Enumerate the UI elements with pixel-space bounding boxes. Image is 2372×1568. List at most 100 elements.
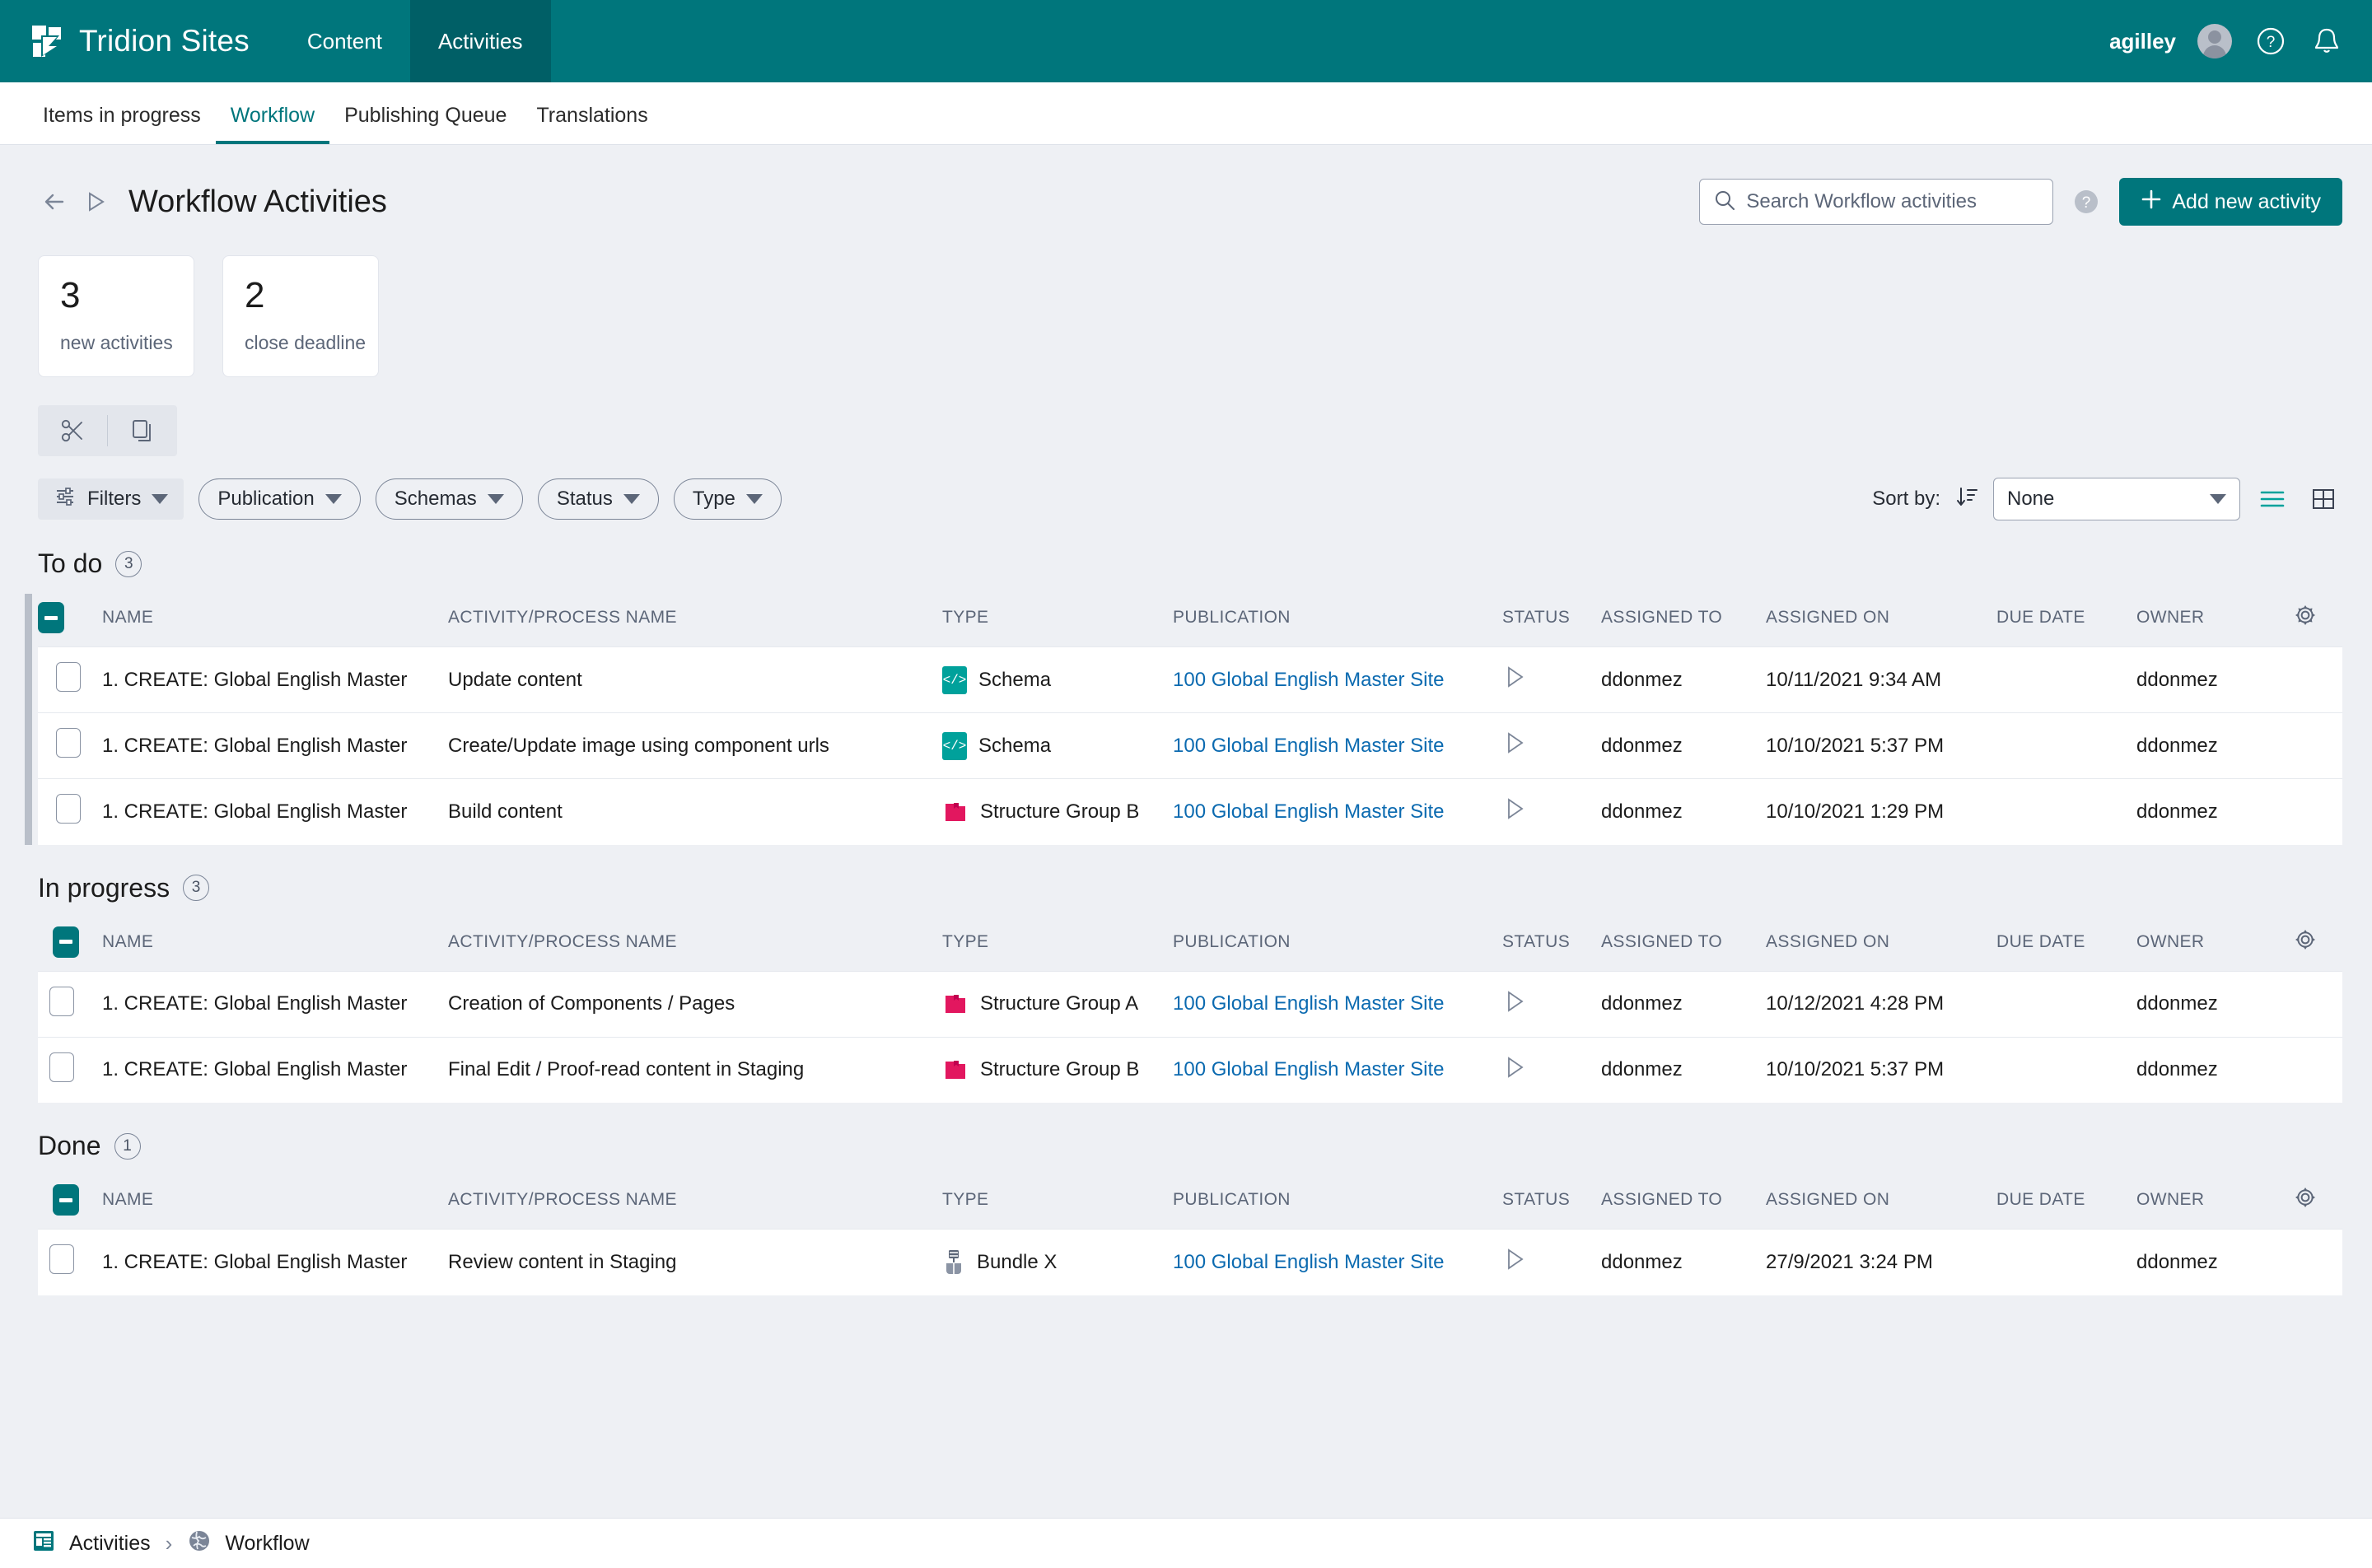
gear-icon[interactable] (2293, 937, 2318, 956)
header-publication[interactable]: PUBLICATION (1173, 594, 1502, 647)
table-row[interactable]: 1. CREATE: Global English Master Review … (38, 1230, 2342, 1295)
table-row[interactable]: 1. CREATE: Global English Master Final E… (38, 1037, 2342, 1103)
table-row[interactable]: 1. CREATE: Global English Master Update … (38, 647, 2342, 713)
header-activity-process-name[interactable]: ACTIVITY/PROCESS NAME (448, 594, 942, 647)
row-checkbox[interactable] (56, 794, 81, 824)
cell-assigned-to: ddonmez (1601, 1230, 1766, 1295)
stat-card-new-activities[interactable]: 3 new activities (38, 255, 194, 377)
gear-icon[interactable] (2293, 613, 2318, 632)
header-due-date[interactable]: DUE DATE (1996, 594, 2136, 647)
header-due-date[interactable]: DUE DATE (1996, 1176, 2136, 1230)
header-due-date[interactable]: DUE DATE (1996, 918, 2136, 972)
sort-select[interactable]: None (1993, 478, 2240, 520)
section-title: Done (38, 1131, 101, 1161)
avatar-icon[interactable] (2197, 24, 2232, 58)
publication-link[interactable]: 100 Global English Master Site (1173, 1058, 1445, 1080)
cell-type-label: Bundle X (977, 1251, 1057, 1274)
publication-link[interactable]: 100 Global English Master Site (1173, 992, 1445, 1015)
help-icon[interactable]: ? (2253, 24, 2288, 58)
cell-publication: 100 Global English Master Site (1173, 647, 1502, 713)
stat-card-close-deadline[interactable]: 2 close deadline (222, 255, 379, 377)
publication-filter-chip[interactable]: Publication (198, 478, 360, 520)
table-row[interactable]: 1. CREATE: Global English Master Create/… (38, 713, 2342, 779)
table-row[interactable]: 1. CREATE: Global English Master Build c… (38, 779, 2342, 845)
header-assigned-to[interactable]: ASSIGNED TO (1601, 918, 1766, 972)
row-checkbox[interactable] (56, 662, 81, 692)
play-triangle-icon[interactable] (1502, 805, 1527, 828)
brand[interactable]: Tridion Sites (0, 24, 250, 58)
cell-type-label: Structure Group A (980, 992, 1138, 1015)
breadcrumb-workflow[interactable]: Workflow (187, 1528, 309, 1559)
header-status[interactable]: STATUS (1502, 918, 1601, 972)
header-owner[interactable]: OWNER (2136, 1176, 2293, 1230)
table-row[interactable]: 1. CREATE: Global English Master Creatio… (38, 971, 2342, 1037)
publication-link[interactable]: 100 Global English Master Site (1173, 800, 1445, 823)
header-type[interactable]: TYPE (942, 918, 1173, 972)
header-assigned-on[interactable]: ASSIGNED ON (1766, 918, 1996, 972)
header-status[interactable]: STATUS (1502, 594, 1601, 647)
tab-translations[interactable]: Translations (521, 105, 662, 144)
header-owner[interactable]: OWNER (2136, 594, 2293, 647)
cell-type-label: Structure Group B (980, 800, 1139, 824)
cut-scissors-icon[interactable] (38, 405, 107, 456)
row-checkbox[interactable] (49, 1052, 74, 1082)
cell-due-date (1996, 1230, 2136, 1295)
play-triangle-icon[interactable] (1502, 1064, 1527, 1086)
chevron-down-icon (746, 494, 763, 504)
topnav-item-activities[interactable]: Activities (410, 0, 551, 82)
grid-view-icon[interactable] (2304, 480, 2342, 518)
header-activity-process-name[interactable]: ACTIVITY/PROCESS NAME (448, 918, 942, 972)
sort-descending-icon[interactable] (1954, 484, 1980, 515)
cell-activity: Creation of Components / Pages (448, 971, 942, 1037)
header-owner[interactable]: OWNER (2136, 918, 2293, 972)
publication-link[interactable]: 100 Global English Master Site (1173, 669, 1445, 691)
search-input-wrapper[interactable] (1699, 179, 2053, 225)
breadcrumb-activities[interactable]: Activities (31, 1528, 151, 1559)
select-all-checkbox[interactable] (53, 1184, 79, 1216)
header-assigned-on[interactable]: ASSIGNED ON (1766, 594, 1996, 647)
header-name[interactable]: NAME (102, 918, 448, 972)
back-arrow-icon[interactable] (38, 184, 72, 219)
select-all-checkbox[interactable] (53, 926, 79, 958)
publication-link[interactable]: 100 Global English Master Site (1173, 1251, 1445, 1273)
tab-publishing-queue[interactable]: Publishing Queue (329, 105, 521, 144)
header-type[interactable]: TYPE (942, 594, 1173, 647)
play-triangle-icon[interactable] (79, 186, 110, 217)
tab-items-in-progress[interactable]: Items in progress (28, 105, 216, 144)
header-status[interactable]: STATUS (1502, 1176, 1601, 1230)
select-all-checkbox[interactable] (38, 602, 64, 633)
header-name[interactable]: NAME (102, 594, 448, 647)
list-view-icon[interactable] (2253, 480, 2291, 518)
topnav-item-content[interactable]: Content (279, 0, 410, 82)
header-assigned-to[interactable]: ASSIGNED TO (1601, 1176, 1766, 1230)
filters-chip[interactable]: Filters (38, 478, 184, 520)
play-triangle-icon[interactable] (1502, 674, 1527, 696)
header-assigned-on[interactable]: ASSIGNED ON (1766, 1176, 1996, 1230)
play-triangle-icon[interactable] (1502, 740, 1527, 762)
play-triangle-icon[interactable] (1502, 998, 1527, 1020)
search-input[interactable] (1746, 190, 2039, 213)
header-assigned-to[interactable]: ASSIGNED TO (1601, 594, 1766, 647)
help-circle-icon[interactable]: ? (2071, 187, 2101, 217)
status-filter-chip[interactable]: Status (538, 478, 659, 520)
header-type[interactable]: TYPE (942, 1176, 1173, 1230)
header-publication[interactable]: PUBLICATION (1173, 1176, 1502, 1230)
row-checkbox[interactable] (49, 987, 74, 1016)
username-label[interactable]: agilley (2109, 29, 2176, 54)
add-new-activity-button[interactable]: Add new activity (2119, 178, 2342, 226)
cell-assigned-to: ddonmez (1601, 647, 1766, 713)
publication-link[interactable]: 100 Global English Master Site (1173, 735, 1445, 757)
schemas-filter-chip[interactable]: Schemas (376, 478, 523, 520)
header-publication[interactable]: PUBLICATION (1173, 918, 1502, 972)
notifications-bell-icon[interactable] (2309, 24, 2344, 58)
play-triangle-icon[interactable] (1502, 1256, 1527, 1278)
header-activity-process-name[interactable]: ACTIVITY/PROCESS NAME (448, 1176, 942, 1230)
copy-pages-icon[interactable] (108, 405, 177, 456)
gear-icon[interactable] (2293, 1195, 2318, 1214)
tab-workflow[interactable]: Workflow (216, 105, 329, 144)
row-checkbox[interactable] (49, 1244, 74, 1274)
header-name[interactable]: NAME (102, 1176, 448, 1230)
type-filter-chip[interactable]: Type (674, 478, 782, 520)
row-checkbox-cell (38, 713, 102, 779)
row-checkbox[interactable] (56, 728, 81, 758)
